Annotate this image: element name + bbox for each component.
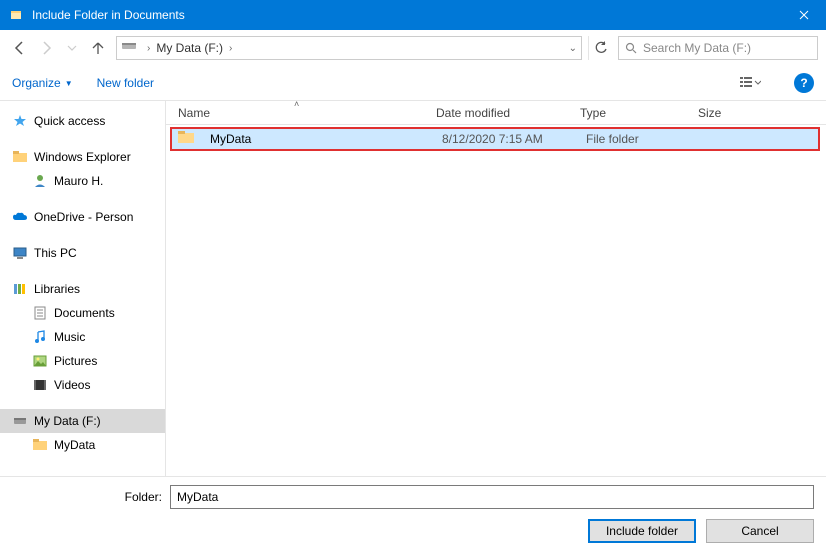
label: OneDrive - Person bbox=[34, 210, 133, 224]
sidebar-user[interactable]: Mauro H. bbox=[0, 169, 165, 193]
column-header-size[interactable]: Size bbox=[686, 106, 826, 120]
help-button[interactable]: ? bbox=[794, 73, 814, 93]
file-modified: 8/12/2020 7:15 AM bbox=[432, 132, 576, 146]
button-row: Include folder Cancel bbox=[12, 519, 814, 543]
navigation-bar: › My Data (F:) › ⌄ bbox=[0, 30, 826, 66]
dropdown-icon: ▼ bbox=[65, 79, 73, 88]
column-headers: ˄ Name Date modified Type Size bbox=[166, 101, 826, 125]
label: This PC bbox=[34, 246, 77, 260]
cloud-icon bbox=[12, 209, 28, 225]
column-header-modified[interactable]: Date modified bbox=[424, 106, 568, 120]
sidebar-music[interactable]: Music bbox=[0, 325, 165, 349]
pictures-icon bbox=[32, 353, 48, 369]
sidebar-mydata-folder[interactable]: MyData bbox=[0, 433, 165, 457]
up-button[interactable] bbox=[86, 36, 110, 60]
folder-icon bbox=[178, 131, 194, 147]
address-dropdown-icon[interactable]: ⌄ bbox=[569, 43, 577, 54]
label: Mauro H. bbox=[54, 174, 103, 188]
address-bar[interactable]: › My Data (F:) › ⌄ bbox=[116, 36, 582, 60]
label: Videos bbox=[54, 378, 90, 392]
file-row[interactable]: MyData 8/12/2020 7:15 AM File folder bbox=[170, 127, 820, 151]
window-title: Include Folder in Documents bbox=[32, 8, 781, 22]
sidebar-mydata-drive[interactable]: My Data (F:) bbox=[0, 409, 165, 433]
sidebar-quick-access[interactable]: Quick access bbox=[0, 109, 165, 133]
drive-icon bbox=[12, 413, 28, 429]
sidebar-windows-explorer[interactable]: Windows Explorer bbox=[0, 145, 165, 169]
search-box[interactable] bbox=[618, 36, 818, 60]
forward-button[interactable] bbox=[34, 36, 58, 60]
toolbar: Organize ▼ New folder ? bbox=[0, 66, 826, 100]
file-name: MyData bbox=[200, 132, 432, 146]
music-icon bbox=[32, 329, 48, 345]
libraries-icon bbox=[12, 281, 28, 297]
recent-locations-button[interactable] bbox=[60, 36, 84, 60]
label: Music bbox=[54, 330, 85, 344]
sidebar-documents[interactable]: Documents bbox=[0, 301, 165, 325]
document-icon bbox=[32, 305, 48, 321]
pc-icon bbox=[12, 245, 28, 261]
sidebar-pictures[interactable]: Pictures bbox=[0, 349, 165, 373]
drive-icon bbox=[121, 40, 137, 56]
sort-indicator-icon: ˄ bbox=[294, 99, 299, 109]
view-options-button[interactable] bbox=[730, 72, 770, 94]
folder-icon bbox=[32, 437, 48, 453]
label: MyData bbox=[54, 438, 95, 452]
sidebar-libraries[interactable]: Libraries bbox=[0, 277, 165, 301]
label: Libraries bbox=[34, 282, 80, 296]
folder-label: Folder: bbox=[12, 490, 162, 504]
label: Windows Explorer bbox=[34, 150, 131, 164]
chevron-right-icon: › bbox=[225, 43, 236, 54]
user-icon bbox=[32, 173, 48, 189]
app-icon bbox=[8, 7, 24, 23]
new-folder-button[interactable]: New folder bbox=[97, 76, 154, 90]
videos-icon bbox=[32, 377, 48, 393]
organize-label: Organize bbox=[12, 76, 61, 90]
label: Quick access bbox=[34, 114, 105, 128]
include-folder-button[interactable]: Include folder bbox=[588, 519, 696, 543]
navigation-pane[interactable]: Quick access Windows Explorer Mauro H. O… bbox=[0, 101, 166, 476]
star-icon bbox=[12, 113, 28, 129]
sidebar-videos[interactable]: Videos bbox=[0, 373, 165, 397]
label: Pictures bbox=[54, 354, 97, 368]
folder-icon bbox=[12, 149, 28, 165]
breadcrumb-drive[interactable]: My Data (F:) bbox=[154, 41, 225, 55]
file-type: File folder bbox=[576, 132, 694, 146]
bottom-panel: Folder: Include folder Cancel bbox=[0, 476, 826, 553]
organize-button[interactable]: Organize ▼ bbox=[12, 76, 73, 90]
search-input[interactable] bbox=[643, 41, 811, 55]
back-button[interactable] bbox=[8, 36, 32, 60]
close-button[interactable] bbox=[781, 0, 826, 30]
label: My Data (F:) bbox=[34, 414, 101, 428]
folder-input-row: Folder: bbox=[12, 485, 814, 509]
chevron-right-icon: › bbox=[143, 43, 154, 54]
search-icon bbox=[625, 42, 637, 54]
file-list-area: ˄ Name Date modified Type Size MyData 8/… bbox=[166, 101, 826, 476]
label: Documents bbox=[54, 306, 115, 320]
main-area: Quick access Windows Explorer Mauro H. O… bbox=[0, 100, 826, 476]
sidebar-onedrive[interactable]: OneDrive - Person bbox=[0, 205, 165, 229]
column-header-type[interactable]: Type bbox=[568, 106, 686, 120]
cancel-button[interactable]: Cancel bbox=[706, 519, 814, 543]
new-folder-label: New folder bbox=[97, 76, 154, 90]
refresh-button[interactable] bbox=[588, 36, 612, 60]
sidebar-this-pc[interactable]: This PC bbox=[0, 241, 165, 265]
folder-input[interactable] bbox=[170, 485, 814, 509]
title-bar: Include Folder in Documents bbox=[0, 0, 826, 30]
